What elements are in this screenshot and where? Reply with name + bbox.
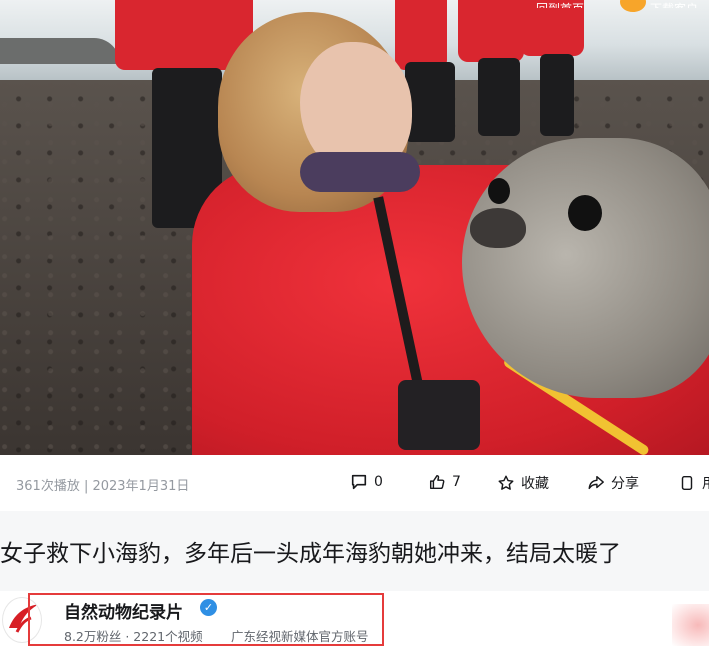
video-camera: [398, 380, 480, 450]
like-button[interactable]: 7: [428, 473, 461, 491]
video-person-legs: [540, 54, 574, 136]
thumbs-up-icon: [429, 474, 445, 490]
comment-icon: [351, 474, 367, 490]
video-player[interactable]: 回到首页 下载客户端: [0, 0, 709, 455]
video-seal-nose: [470, 208, 526, 248]
video-woman-scarf: [300, 152, 420, 192]
video-person-legs: [478, 58, 520, 136]
uploader-name[interactable]: 自然动物纪录片: [64, 598, 183, 623]
video-person-jacket: [520, 0, 584, 56]
download-client-button[interactable]: 下载客户端: [650, 0, 709, 8]
uploader-stats: 8.2万粉丝 · 2221个视频: [64, 629, 203, 644]
video-person-legs: [405, 62, 455, 142]
favorite-button[interactable]: 收藏: [497, 473, 549, 493]
video-frame-rock: [0, 38, 120, 64]
verified-check-icon: ✓: [200, 599, 217, 616]
share-icon: [588, 475, 604, 490]
play-count-and-date: 361次播放 | 2023年1月31日: [16, 479, 190, 494]
video-person-jacket: [458, 0, 524, 62]
like-count: 7: [452, 474, 461, 490]
video-seal-eye: [568, 195, 602, 231]
video-stats-bar: 361次播放 | 2023年1月31日 0 7 收藏 分享 用: [0, 455, 709, 511]
open-app-button[interactable]: 用: [678, 473, 709, 493]
back-home-button[interactable]: 回到首页: [536, 0, 584, 8]
share-button[interactable]: 分享: [587, 473, 639, 493]
comment-count: 0: [374, 474, 383, 490]
video-seal-eye: [488, 178, 510, 204]
phone-icon: [681, 475, 693, 491]
follow-button[interactable]: [672, 604, 709, 646]
uploader-description: 广东经视新媒体官方账号: [231, 629, 369, 644]
comment-button[interactable]: 0: [350, 473, 383, 491]
open-app-label: 用: [702, 473, 709, 493]
video-person-jacket: [395, 0, 447, 70]
share-label: 分享: [611, 476, 639, 492]
favorite-label: 收藏: [521, 476, 549, 492]
video-title: 女子救下小海豹，多年后一头成年海豹朝她冲来，结局太暖了: [0, 541, 621, 567]
star-icon: [498, 475, 514, 490]
